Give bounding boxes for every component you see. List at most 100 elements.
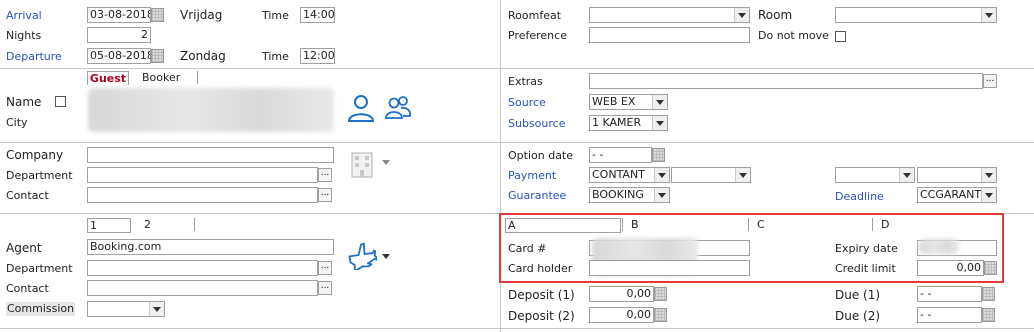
subsource-select[interactable]: 1 KAMER xyxy=(589,115,668,131)
due-2-calendar-icon[interactable] xyxy=(982,308,995,322)
card-section-highlight xyxy=(499,213,1004,283)
arrival-time-input[interactable]: 14:00 xyxy=(300,7,335,23)
arrival-day: Vrijdag xyxy=(180,8,223,22)
due-1-date-input[interactable]: - - xyxy=(917,286,982,302)
departure-label: Departure xyxy=(6,50,62,63)
company-department-label: Department xyxy=(6,169,73,182)
chevron-down-icon xyxy=(654,168,669,182)
deposit-2-label: Deposit (2) xyxy=(508,309,575,323)
departure-date-input[interactable]: 05-08-2018 xyxy=(87,48,151,64)
deposit-2-calculator-icon[interactable] xyxy=(654,308,667,322)
chevron-down-icon xyxy=(735,168,750,182)
roomfeat-select[interactable] xyxy=(589,7,750,23)
departure-time-label: Time xyxy=(262,50,289,63)
chevron-down-icon xyxy=(734,8,749,22)
chevron-down-icon xyxy=(652,95,667,109)
due-1-calendar-icon[interactable] xyxy=(982,287,995,301)
option-date-calendar-icon[interactable] xyxy=(652,148,665,162)
deadline-label: Deadline xyxy=(835,190,884,203)
payment-extra-select-2[interactable] xyxy=(917,167,997,183)
extras-input[interactable] xyxy=(589,73,983,89)
agent-contact-label: Contact xyxy=(6,282,49,295)
chevron-down-icon xyxy=(149,302,164,316)
preference-label: Preference xyxy=(508,29,567,42)
agent-department-input[interactable] xyxy=(87,260,318,276)
company-contact-more-button[interactable]: ... xyxy=(318,188,332,202)
guarantee-select[interactable]: BOOKING xyxy=(589,187,670,203)
chevron-down-icon xyxy=(981,188,996,202)
deposit-1-label: Deposit (1) xyxy=(508,288,575,302)
person-icon[interactable] xyxy=(347,93,375,123)
departure-day: Zondag xyxy=(180,49,226,63)
airplane-icon[interactable] xyxy=(347,242,377,270)
source-select[interactable]: WEB EX xyxy=(589,94,668,110)
guest-name-redacted xyxy=(88,88,334,132)
source-label: Source xyxy=(508,96,546,109)
tab-guest[interactable]: Guest xyxy=(87,71,129,85)
arrival-label: Arrival xyxy=(6,9,42,22)
chevron-down-icon xyxy=(899,168,914,182)
payment-extra-select-1[interactable] xyxy=(835,167,915,183)
due-1-label: Due (1) xyxy=(835,288,881,302)
payment-select[interactable]: CONTANT xyxy=(589,167,670,183)
chevron-down-icon xyxy=(654,188,669,202)
company-label: Company xyxy=(6,148,64,162)
option-date-input[interactable]: - - xyxy=(589,147,652,163)
tab-booker[interactable]: Booker xyxy=(136,71,198,84)
agent-department-more-button[interactable]: ... xyxy=(318,261,332,275)
row-divider xyxy=(0,328,1034,329)
company-department-input[interactable] xyxy=(87,167,318,183)
deadline-value: CCGARANT xyxy=(920,188,982,201)
arrival-date-input[interactable]: 03-08-2018 xyxy=(87,7,151,23)
roomfeat-label: Roomfeat xyxy=(508,9,562,22)
deadline-select[interactable]: CCGARANT xyxy=(917,187,997,203)
subsource-label: Subsource xyxy=(508,117,566,130)
deposit-2-input[interactable]: 0,00 xyxy=(589,307,654,323)
agent-department-label: Department xyxy=(6,262,73,275)
building-dropdown-icon[interactable] xyxy=(382,160,390,166)
company-department-more-button[interactable]: ... xyxy=(318,168,332,182)
subsource-value: 1 KAMER xyxy=(592,116,642,129)
do-not-move-checkbox[interactable] xyxy=(835,31,846,42)
do-not-move-label: Do not move xyxy=(758,29,829,42)
source-value: WEB EX xyxy=(592,95,636,108)
agent-contact-input[interactable] xyxy=(87,280,318,296)
option-date-label: Option date xyxy=(508,149,574,162)
company-contact-label: Contact xyxy=(6,189,49,202)
agent-input[interactable]: Booking.com xyxy=(87,239,334,255)
commission-select[interactable] xyxy=(87,301,165,317)
departure-calendar-icon[interactable] xyxy=(151,49,164,63)
deposit-1-input[interactable]: 0,00 xyxy=(589,286,654,302)
chevron-down-icon xyxy=(981,168,996,182)
room-label: Room xyxy=(758,8,793,22)
room-select[interactable] xyxy=(835,7,997,23)
building-icon[interactable] xyxy=(351,152,373,178)
departure-time-input[interactable]: 12:00 xyxy=(300,48,335,64)
arrival-calendar-icon[interactable] xyxy=(151,8,164,22)
airplane-dropdown-icon[interactable] xyxy=(382,254,390,260)
name-label: Name xyxy=(6,95,42,109)
nights-input[interactable]: 2 xyxy=(87,27,151,43)
chevron-down-icon xyxy=(981,8,996,22)
extras-label: Extras xyxy=(508,75,543,88)
guarantee-label: Guarantee xyxy=(508,189,567,202)
row-divider xyxy=(0,142,1034,143)
due-2-date-input[interactable]: - - xyxy=(917,307,982,323)
due-2-label: Due (2) xyxy=(835,309,881,323)
agent-contact-more-button[interactable]: ... xyxy=(318,281,332,295)
preference-input[interactable] xyxy=(589,27,750,43)
row-divider xyxy=(0,68,1034,69)
group-icon[interactable] xyxy=(384,95,412,121)
guarantee-value: BOOKING xyxy=(592,188,644,201)
arrival-time-label: Time xyxy=(262,9,289,22)
payment-secondary-select[interactable] xyxy=(671,167,751,183)
tab-agent-1[interactable]: 1 xyxy=(87,218,131,233)
company-contact-input[interactable] xyxy=(87,187,318,203)
payment-value: CONTANT xyxy=(592,168,645,181)
deposit-1-calculator-icon[interactable] xyxy=(654,287,667,301)
chevron-down-icon xyxy=(652,116,667,130)
extras-more-button[interactable]: ... xyxy=(983,74,997,88)
name-checkbox[interactable] xyxy=(55,96,66,107)
tab-agent-2[interactable]: 2 xyxy=(137,218,195,231)
company-input[interactable] xyxy=(87,147,334,163)
